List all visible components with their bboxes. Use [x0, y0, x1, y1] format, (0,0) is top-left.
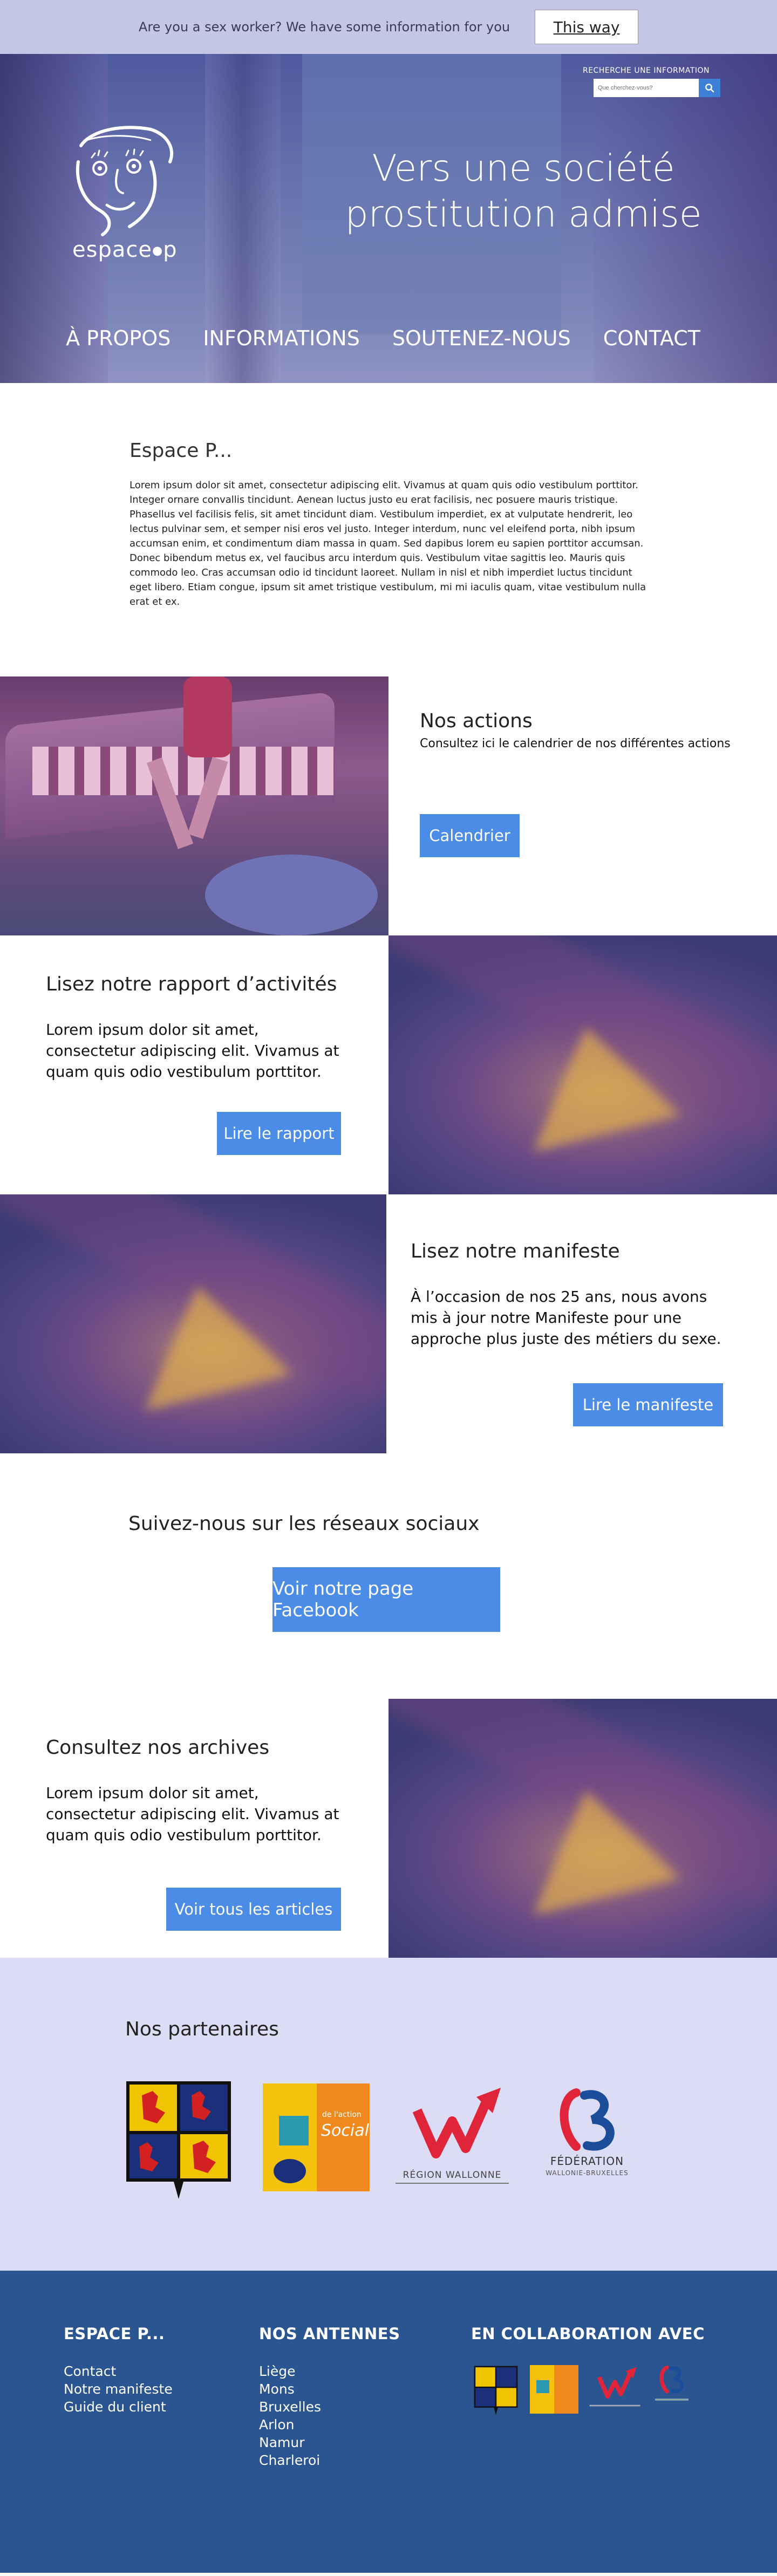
nav-item-contact[interactable]: CONTACT — [587, 326, 717, 350]
sex-worker-banner: Are you a sex worker? We have some infor… — [0, 0, 777, 54]
coat-of-arms-icon — [474, 2366, 518, 2415]
fwb-emblem-icon — [655, 2365, 689, 2401]
logo-big-text: Social — [321, 2121, 369, 2140]
blur-highlight — [507, 1774, 680, 1915]
read-manifest-button[interactable]: Lire le manifeste — [573, 1383, 723, 1426]
logo-orange-block — [554, 2365, 578, 2414]
social-section: Suivez-nous sur les réseaux sociaux Voir… — [0, 1453, 777, 1699]
logo-small-text: de l'action — [322, 2110, 362, 2119]
logo-wordmark: espace●p — [72, 237, 178, 262]
coat-of-arms-icon — [126, 2081, 231, 2199]
intro-body: Lorem ipsum dolor sit amet, consectetur … — [130, 480, 646, 607]
action-sociale-logo[interactable]: de l'action Social — [263, 2083, 370, 2191]
nav-item-soutenez-nous[interactable]: SOUTENEZ-NOUS — [376, 326, 587, 350]
partners-section: Nos partenaires de l'action Social RÉGIO… — [0, 1958, 777, 2271]
footer-fwb-logo[interactable] — [650, 2365, 693, 2408]
report-photo — [388, 935, 777, 1194]
espace-p-logo[interactable]: espace●p — [70, 124, 178, 264]
blur-highlight — [118, 1269, 292, 1411]
archives-photo — [388, 1699, 777, 1958]
facebook-page-button[interactable]: Voir notre page Facebook — [272, 1567, 500, 1632]
footer-col1-links: Contact Notre manifeste Guide du client — [64, 2362, 173, 2416]
intro-section: Espace P... Lorem ipsum dolor sit amet, … — [0, 383, 777, 677]
archives-title: Consultez nos archives — [46, 1737, 270, 1759]
all-articles-button[interactable]: Voir tous les articles — [166, 1888, 341, 1931]
calendar-button[interactable]: Calendrier — [420, 814, 520, 857]
actions-text: Nos actions Consultez ici le calendrier … — [388, 677, 777, 935]
site-footer: ESPACE P... Contact Notre manifeste Guid… — [0, 2271, 777, 2573]
search-button[interactable] — [699, 79, 720, 97]
partners-title: Nos partenaires — [125, 2018, 279, 2040]
search-input[interactable] — [594, 79, 699, 97]
nav-item-informations[interactable]: INFORMATIONS — [187, 326, 376, 350]
wallonie-w-icon — [412, 2088, 501, 2158]
hero-header: RECHERCHE UNE INFORMATION espace●p Vers — [0, 54, 777, 383]
footer-link-liege[interactable]: Liège — [259, 2362, 321, 2380]
rug-shape — [205, 855, 378, 935]
person-shape — [183, 677, 232, 757]
fwb-logo[interactable]: FÉDÉRATION WALLONIE-BRUXELLES — [539, 2087, 636, 2184]
social-title: Suivez-nous sur les réseaux sociaux — [128, 1513, 480, 1535]
logo-navy-shape — [274, 2159, 306, 2183]
report-text: Lisez notre rapport d’activités Lorem ip… — [0, 935, 388, 1194]
footer-link-mons[interactable]: Mons — [259, 2380, 321, 2398]
this-way-button[interactable]: This way — [535, 10, 639, 44]
intro-title: Espace P... — [130, 440, 233, 462]
actions-subtitle: Consultez ici le calendrier de nos diffé… — [420, 737, 731, 750]
archives-section: Consultez nos archives Lorem ipsum dolor… — [0, 1699, 777, 1958]
report-title: Lisez notre rapport d’activités — [46, 973, 337, 995]
bed-pattern — [32, 747, 335, 795]
archives-body: Lorem ipsum dolor sit amet, consectetur … — [46, 1784, 339, 1844]
footer-link-arlon[interactable]: Arlon — [259, 2416, 321, 2434]
search-icon — [705, 84, 714, 93]
region-wallonne-text: RÉGION WALLONNE — [396, 2170, 509, 2184]
nav-item-a-propos[interactable]: À PROPOS — [50, 326, 187, 350]
footer-link-guide[interactable]: Guide du client — [64, 2398, 173, 2416]
footer-col3-title: EN COLLABORATION AVEC — [471, 2325, 705, 2343]
blur-highlight — [507, 1010, 680, 1152]
hero-title: Vers une société prostitution admise — [345, 147, 702, 236]
logo-word: espace — [72, 237, 152, 262]
footer-link-bruxelles[interactable]: Bruxelles — [259, 2398, 321, 2416]
footer-col2-title: NOS ANTENNES — [259, 2325, 400, 2343]
manifest-text: Lisez notre manifeste À l’occasion de no… — [386, 1194, 777, 1453]
footer-link-namur[interactable]: Namur — [259, 2434, 321, 2451]
region-wallonne-logo[interactable]: RÉGION WALLONNE — [396, 2083, 509, 2186]
actions-photo — [0, 677, 388, 935]
main-navigation: À PROPOS INFORMATIONS SOUTENEZ-NOUS CONT… — [0, 326, 777, 350]
logo-house-shape — [536, 2380, 549, 2393]
face-drawing-icon — [76, 126, 174, 236]
sex-worker-question: Are you a sex worker? We have some infor… — [138, 19, 510, 35]
footer-link-contact[interactable]: Contact — [64, 2362, 173, 2380]
archives-text: Consultez nos archives Lorem ipsum dolor… — [0, 1699, 388, 1958]
fwb-line2: WALLONIE-BRUXELLES — [546, 2169, 629, 2177]
search-form — [594, 79, 720, 97]
actions-section: Nos actions Consultez ici le calendrier … — [0, 677, 777, 935]
footer-link-charleroi[interactable]: Charleroi — [259, 2451, 321, 2469]
logo-letter: p — [163, 237, 178, 262]
footer-action-sociale-logo[interactable] — [530, 2365, 578, 2414]
manifest-photo — [0, 1194, 386, 1453]
fwb-line1: FÉDÉRATION — [550, 2155, 624, 2168]
footer-col1-title: ESPACE P... — [64, 2325, 165, 2343]
wallonie-w-icon — [589, 2367, 640, 2407]
footer-col2-links: Liège Mons Bruxelles Arlon Namur Charler… — [259, 2362, 321, 2469]
manifest-title: Lisez notre manifeste — [411, 1240, 620, 1262]
logo-house-shape — [279, 2116, 309, 2145]
fwb-emblem-icon — [560, 2088, 615, 2151]
footer-link-manifeste[interactable]: Notre manifeste — [64, 2380, 173, 2398]
search-label: RECHERCHE UNE INFORMATION — [582, 66, 710, 75]
report-section: Lisez notre rapport d’activités Lorem ip… — [0, 935, 777, 1194]
actions-title: Nos actions — [420, 710, 533, 732]
manifest-section: Lisez notre manifeste À l’occasion de no… — [0, 1194, 777, 1453]
report-body: Lorem ipsum dolor sit amet, consectetur … — [46, 1021, 339, 1081]
footer-region-wallonne-logo[interactable] — [589, 2365, 640, 2411]
footer-wallonia-coat-of-arms-logo[interactable] — [473, 2365, 519, 2416]
manifest-body: À l’occasion de nos 25 ans, nous avons m… — [411, 1288, 721, 1348]
wallonia-coat-of-arms-logo[interactable] — [123, 2079, 234, 2203]
read-report-button[interactable]: Lire le rapport — [217, 1112, 341, 1155]
